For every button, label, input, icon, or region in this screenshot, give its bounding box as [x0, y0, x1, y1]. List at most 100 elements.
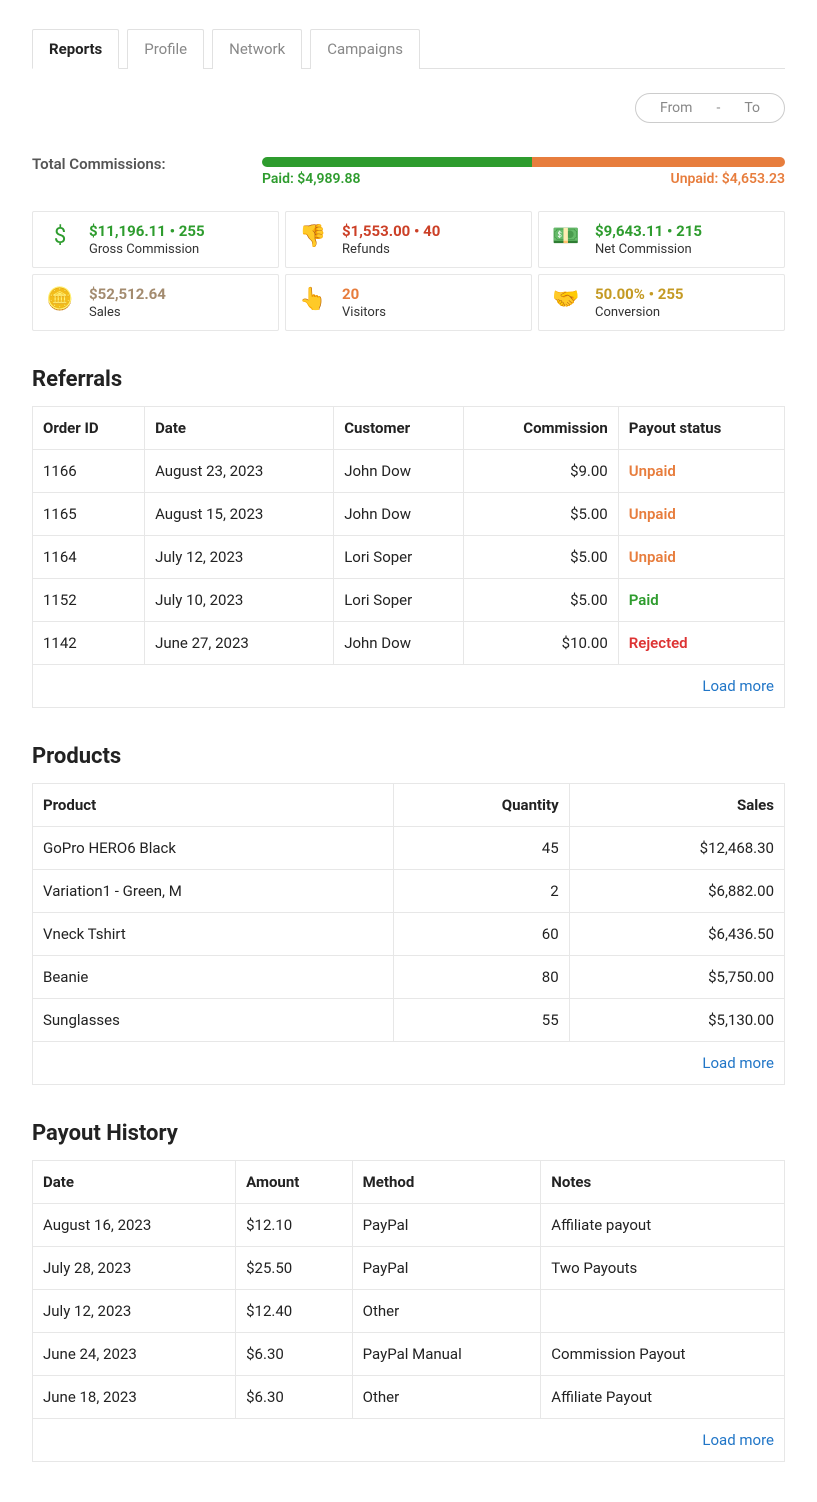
cell-sales: $5,130.00: [569, 999, 784, 1042]
progress-unpaid-segment: [532, 157, 785, 167]
cell-date: June 24, 2023: [33, 1333, 236, 1376]
col-customer: Customer: [334, 407, 464, 450]
col-order-id: Order ID: [33, 407, 145, 450]
stat-card-gross-commission: $ $11,196.11 • 255 Gross Commission: [32, 211, 279, 268]
load-more-payouts[interactable]: Load more: [702, 1431, 774, 1449]
col-payout-status: Payout status: [618, 407, 784, 450]
dollar-icon: $: [45, 222, 75, 249]
tab-reports[interactable]: Reports: [32, 29, 119, 69]
cell-status: Unpaid: [618, 450, 784, 493]
cell-sales: $6,436.50: [569, 913, 784, 956]
cell-method: PayPal: [352, 1247, 541, 1290]
cell-notes: [541, 1290, 785, 1333]
referrals-heading: Referrals: [32, 367, 785, 392]
table-row: June 24, 2023$6.30PayPal ManualCommissio…: [33, 1333, 785, 1376]
stat-value: $11,196.11 • 255: [89, 222, 205, 240]
payouts-table: DateAmountMethodNotes August 16, 2023$12…: [32, 1160, 785, 1462]
stat-label: Refunds: [342, 242, 440, 257]
table-row: 1142June 27, 2023John Dow$10.00Rejected: [33, 622, 785, 665]
cell-amount: $6.30: [236, 1376, 353, 1419]
cell-customer: John Dow: [334, 493, 464, 536]
cell-product: Beanie: [33, 956, 394, 999]
total-commissions-label: Total Commissions:: [32, 155, 166, 173]
stat-value: $1,553.00 • 40: [342, 222, 440, 240]
cell-commission: $5.00: [464, 493, 618, 536]
cell-date: August 23, 2023: [145, 450, 334, 493]
table-row: 1164July 12, 2023Lori Soper$5.00Unpaid: [33, 536, 785, 579]
cell-customer: Lori Soper: [334, 579, 464, 622]
cell-sales: $12,468.30: [569, 827, 784, 870]
cell-date: June 27, 2023: [145, 622, 334, 665]
stat-card-conversion: 🤝50.00% • 255Conversion: [538, 274, 785, 331]
products-heading: Products: [32, 744, 785, 769]
commission-progress-bar: [262, 157, 785, 167]
unpaid-amount: Unpaid: $4,653.23: [671, 171, 785, 187]
col-commission: Commission: [464, 407, 618, 450]
tab-network[interactable]: Network: [212, 29, 302, 69]
table-row: Variation1 - Green, M2$6,882.00: [33, 870, 785, 913]
cell-product: Variation1 - Green, M: [33, 870, 394, 913]
cell-status: Paid: [618, 579, 784, 622]
coins-icon: 🪙: [45, 285, 75, 312]
paid-amount: Paid: $4,989.88: [262, 171, 361, 187]
tab-campaigns[interactable]: Campaigns: [310, 29, 420, 69]
status-badge: Paid: [629, 591, 659, 609]
stat-label: Sales: [89, 305, 166, 320]
table-row: 1166August 23, 2023John Dow$9.00Unpaid: [33, 450, 785, 493]
cell-order-id: 1166: [33, 450, 145, 493]
table-row: June 18, 2023$6.30OtherAffiliate Payout: [33, 1376, 785, 1419]
cell-date: July 10, 2023: [145, 579, 334, 622]
stat-label: Gross Commission: [89, 242, 205, 257]
status-badge: Unpaid: [629, 462, 676, 480]
cell-notes: Commission Payout: [541, 1333, 785, 1376]
tab-profile[interactable]: Profile: [127, 29, 204, 69]
date-from-label: From: [660, 100, 692, 116]
stat-label: Visitors: [342, 305, 386, 320]
date-to-label: To: [744, 100, 760, 116]
cell-commission: $5.00: [464, 536, 618, 579]
col-product: Product: [33, 784, 394, 827]
cell-method: Other: [352, 1376, 541, 1419]
cell-amount: $6.30: [236, 1333, 353, 1376]
cell-customer: John Dow: [334, 450, 464, 493]
date-range-picker[interactable]: From - To: [635, 93, 785, 123]
table-row: July 12, 2023$12.40Other: [33, 1290, 785, 1333]
cell-date: June 18, 2023: [33, 1376, 236, 1419]
load-more-products[interactable]: Load more: [702, 1054, 774, 1072]
table-row: Beanie80$5,750.00: [33, 956, 785, 999]
col-date: Date: [145, 407, 334, 450]
table-row: 1152July 10, 2023Lori Soper$5.00Paid: [33, 579, 785, 622]
stat-label: Conversion: [595, 305, 684, 320]
tab-bar: ReportsProfileNetworkCampaigns: [32, 28, 785, 69]
cell-method: Other: [352, 1290, 541, 1333]
status-badge: Rejected: [629, 634, 688, 652]
cell-product: Vneck Tshirt: [33, 913, 394, 956]
cell-amount: $12.40: [236, 1290, 353, 1333]
load-more-referrals[interactable]: Load more: [702, 677, 774, 695]
stat-card-net-commission: 💵$9,643.11 • 215Net Commission: [538, 211, 785, 268]
col-amount: Amount: [236, 1161, 353, 1204]
col-sales: Sales: [569, 784, 784, 827]
cell-amount: $25.50: [236, 1247, 353, 1290]
cell-qty: 55: [393, 999, 569, 1042]
cell-order-id: 1142: [33, 622, 145, 665]
cell-date: July 28, 2023: [33, 1247, 236, 1290]
cell-method: PayPal Manual: [352, 1333, 541, 1376]
stat-card-sales: 🪙$52,512.64Sales: [32, 274, 279, 331]
cell-sales: $5,750.00: [569, 956, 784, 999]
cell-notes: Two Payouts: [541, 1247, 785, 1290]
cell-order-id: 1165: [33, 493, 145, 536]
col-method: Method: [352, 1161, 541, 1204]
cell-date: August 15, 2023: [145, 493, 334, 536]
products-table: ProductQuantitySales GoPro HERO6 Black45…: [32, 783, 785, 1085]
cell-product: GoPro HERO6 Black: [33, 827, 394, 870]
table-row: Sunglasses55$5,130.00: [33, 999, 785, 1042]
cell-date: July 12, 2023: [145, 536, 334, 579]
hand-cash-icon: 💵: [551, 222, 581, 249]
cell-product: Sunglasses: [33, 999, 394, 1042]
cell-notes: Affiliate payout: [541, 1204, 785, 1247]
col-quantity: Quantity: [393, 784, 569, 827]
cell-date: July 12, 2023: [33, 1290, 236, 1333]
date-row: From - To: [32, 93, 785, 123]
stat-card-visitors: 👆20Visitors: [285, 274, 532, 331]
